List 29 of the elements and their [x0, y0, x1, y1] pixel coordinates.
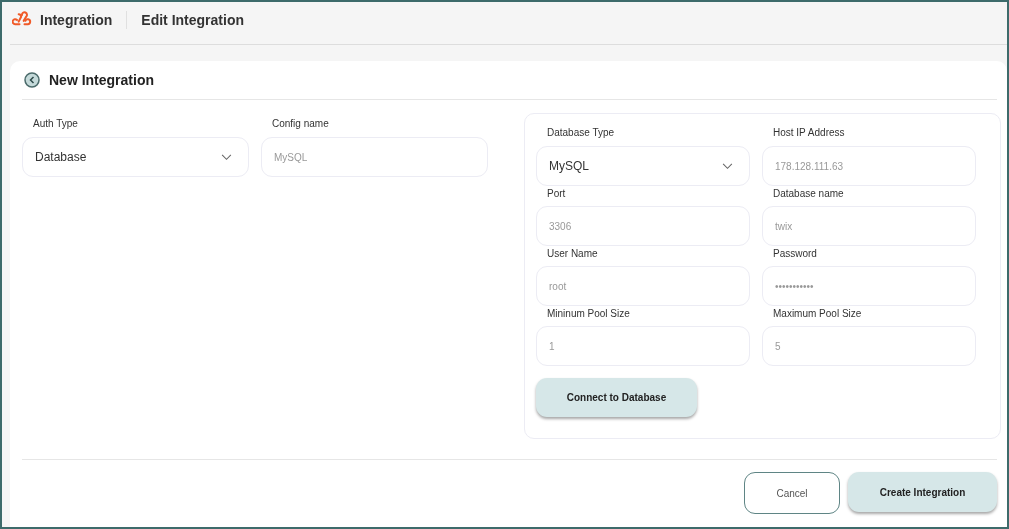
select-field[interactable]: MySQL — [536, 146, 750, 186]
input-field[interactable]: 5 — [762, 326, 976, 366]
connect-button[interactable]: Connect to Database — [536, 378, 697, 417]
field-label: Host IP Address — [772, 127, 846, 140]
app-title: Integration — [40, 12, 113, 28]
input-field[interactable]: 178.128.111.63 — [762, 146, 976, 186]
field-label: Port — [546, 188, 567, 201]
chevron-icon — [722, 162, 733, 170]
field-label: Auth Type — [32, 118, 79, 131]
card-title: New Integration — [49, 72, 154, 88]
back-icon[interactable] — [24, 72, 40, 88]
field-label: Database name — [772, 188, 845, 201]
input-field[interactable]: 3306 — [536, 206, 750, 246]
field-label: Database Type — [546, 127, 616, 140]
create-button[interactable]: Create Integration — [848, 472, 997, 512]
input-field[interactable]: ••••••••••• — [762, 266, 976, 306]
input-field[interactable]: root — [536, 266, 750, 306]
field-label: Password — [772, 248, 818, 261]
field-label: User Name — [546, 248, 599, 261]
input-field[interactable]: twix — [762, 206, 976, 246]
select-field[interactable]: Database — [22, 137, 249, 177]
cancel-button[interactable]: Cancel — [744, 472, 840, 514]
input-field[interactable]: MySQL — [261, 137, 488, 177]
page-title: Edit Integration — [141, 12, 244, 28]
field-label: Mininum Pool Size — [546, 308, 631, 321]
field-label: Maximum Pool Size — [772, 308, 863, 321]
field-label: Config name — [271, 118, 330, 131]
chevron-icon — [221, 153, 232, 161]
input-field[interactable]: 1 — [536, 326, 750, 366]
